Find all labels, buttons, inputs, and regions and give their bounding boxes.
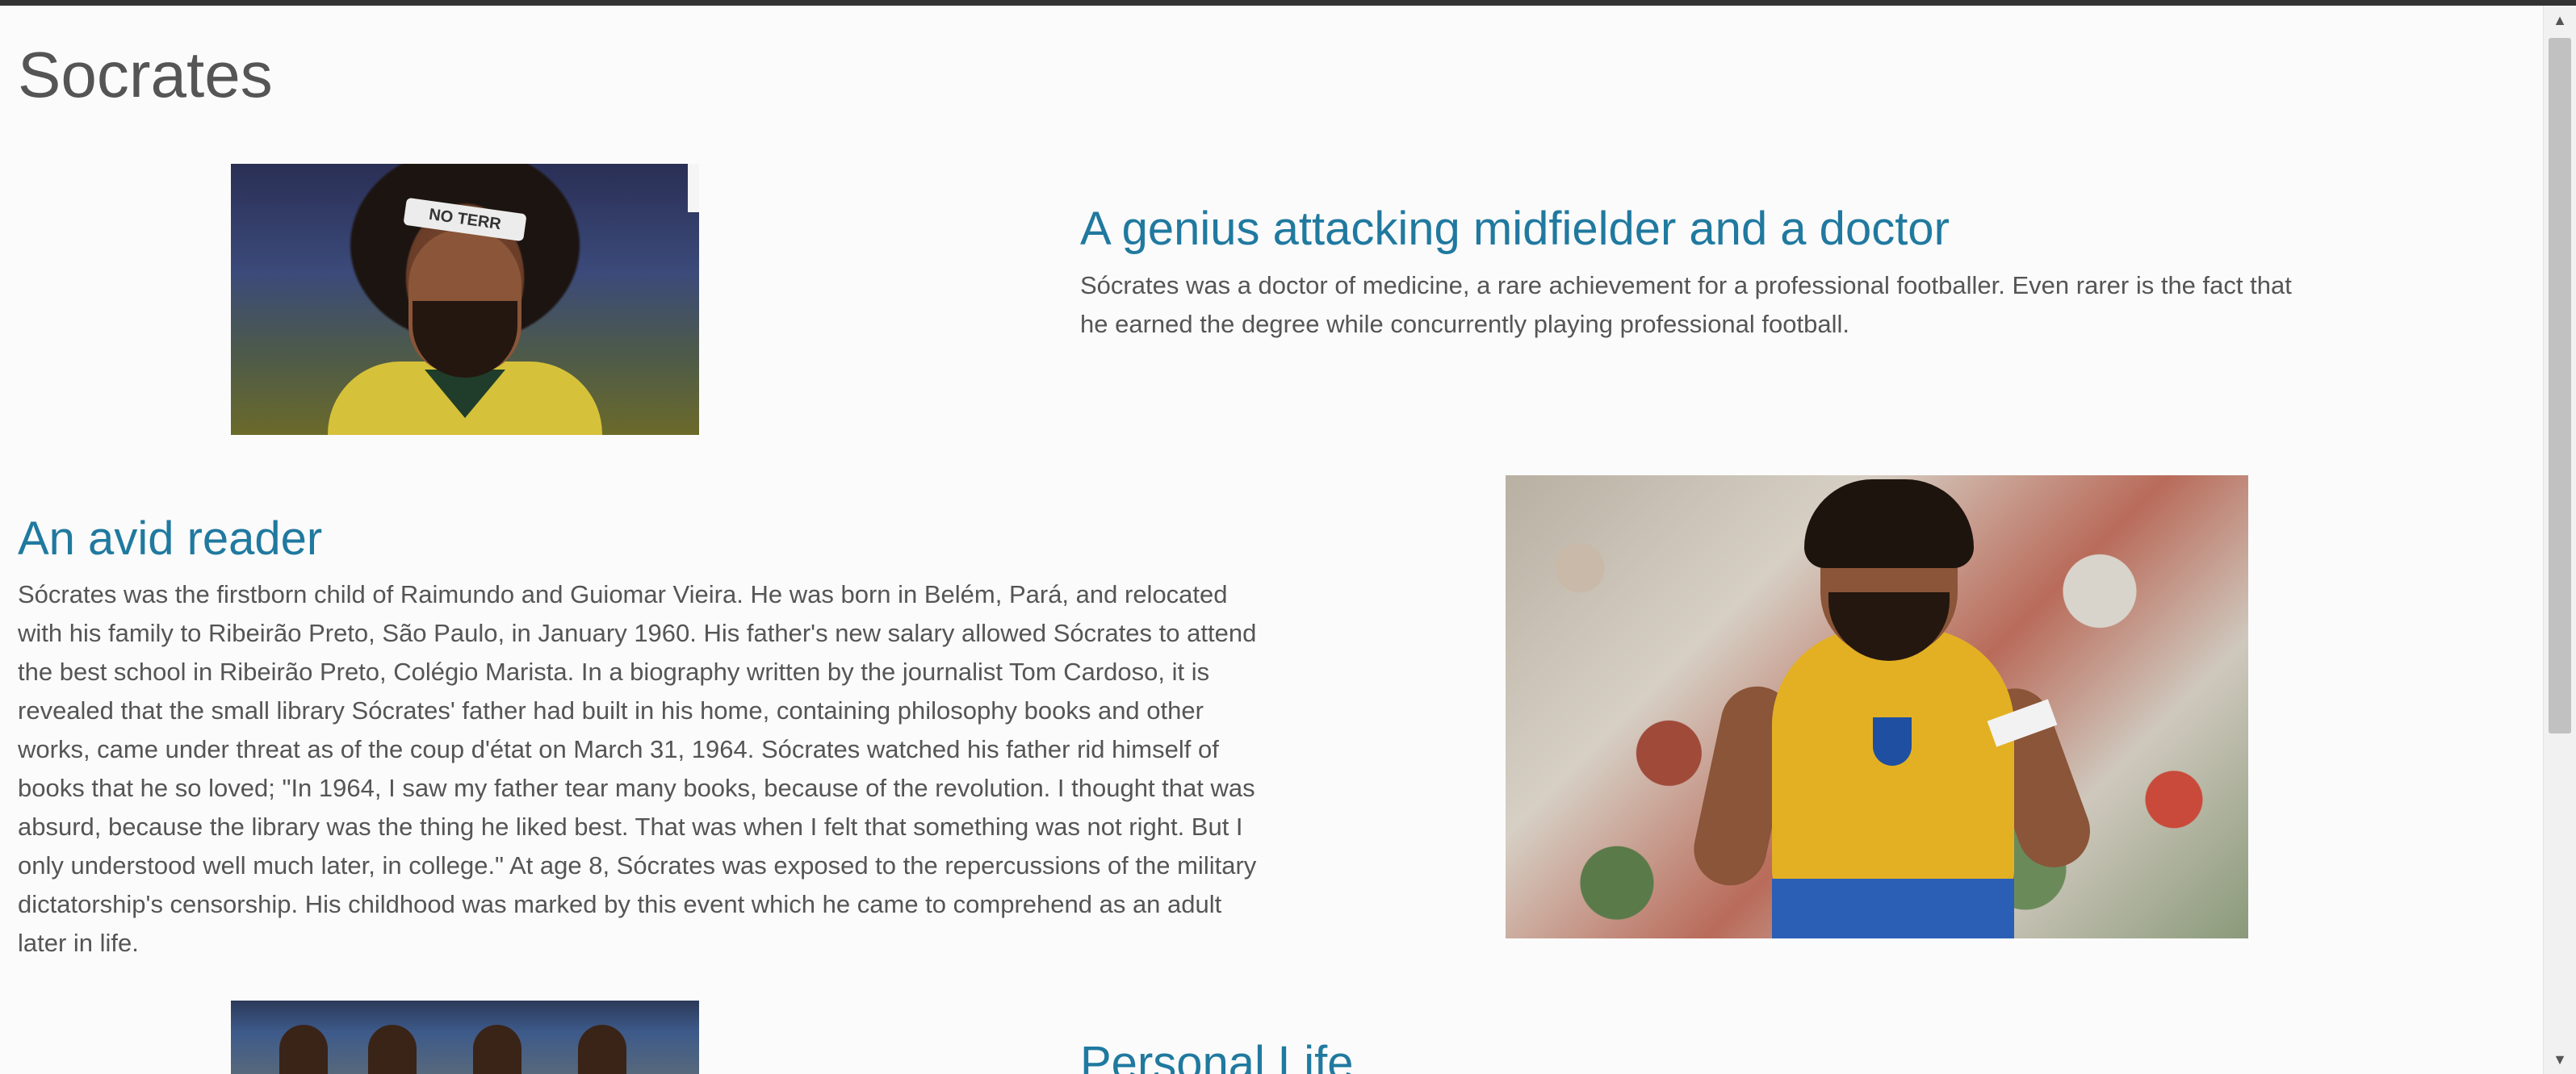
photo-credit-strip xyxy=(688,164,699,212)
section-heading-doctor: A genius attacking midfielder and a doct… xyxy=(1080,203,1950,255)
photo-player xyxy=(578,1025,626,1074)
photo-badge xyxy=(1873,717,1912,766)
section-heading-reader: An avid reader xyxy=(18,512,323,565)
page-title: Socrates xyxy=(18,39,273,111)
photo-jersey xyxy=(1772,629,2014,903)
socrates-running-photo xyxy=(1506,475,2248,938)
photo-player xyxy=(279,1025,328,1074)
vertical-scrollbar[interactable]: ▲ ▼ xyxy=(2543,6,2576,1074)
photo-shorts xyxy=(1772,879,2014,938)
section-text-doctor: Sócrates was a doctor of medicine, a rar… xyxy=(1080,271,2292,338)
team-photo xyxy=(231,1001,699,1074)
photo-player xyxy=(473,1025,521,1074)
section-heading-personal-life: Personal Life xyxy=(1080,1037,1354,1074)
scroll-up-arrow-icon[interactable]: ▲ xyxy=(2544,6,2576,35)
scroll-down-arrow-icon[interactable]: ▼ xyxy=(2544,1045,2576,1074)
page-content: Socrates NO TERR A genius attacking midf… xyxy=(0,6,2543,1074)
scrollbar-thumb[interactable] xyxy=(2549,38,2571,733)
photo-hair xyxy=(1804,479,1974,568)
window-top-border xyxy=(0,0,2576,6)
photo-player xyxy=(368,1025,417,1074)
socrates-portrait-photo: NO TERR xyxy=(231,164,699,435)
section-text-reader: Sócrates was the firstborn child of Raim… xyxy=(18,580,1257,957)
